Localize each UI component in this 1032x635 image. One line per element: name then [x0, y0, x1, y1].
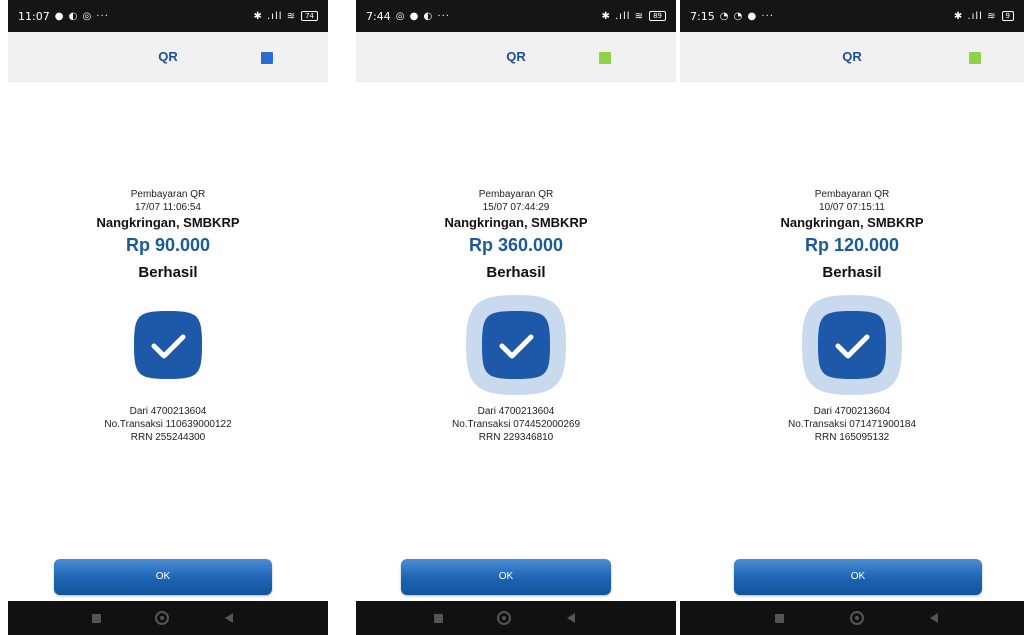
payment-amount: Rp 360.000 — [468, 235, 564, 255]
navigation-bar — [680, 601, 1024, 635]
back-icon[interactable] — [930, 613, 938, 623]
status-time: 7:44 — [366, 9, 391, 23]
transaction-number: No.Transaksi 110639000122 — [104, 419, 232, 430]
recent-apps-icon[interactable] — [775, 614, 784, 623]
receipt-content: Pembayaran QR 15/07 07:44:29 Nangkringan… — [356, 188, 676, 444]
signal-wifi-icon: ✱ .ıll ≋ — [253, 10, 297, 22]
payment-datetime: 10/07 07:15:11 — [819, 202, 885, 213]
status-time: 11:07 — [18, 9, 50, 23]
notification-icons: ◎ ● ◐ ··· — [395, 10, 450, 22]
payment-status: Berhasil — [486, 264, 546, 281]
rrn-number: RRN 229346810 — [478, 432, 554, 443]
page-title: QR — [158, 49, 178, 64]
notification-icons: ● ◐ ◎ ··· — [54, 10, 109, 22]
rrn-number: RRN 255244300 — [130, 432, 206, 443]
transaction-details: Dari 4700213604 No.Transaksi 11063900012… — [8, 405, 328, 444]
phone-screen-2: 7:44 ◎ ● ◐ ··· ✱ .ıll ≋ 89 QR Pembayaran… — [356, 0, 676, 635]
success-check-icon — [118, 295, 218, 395]
payment-datetime: 17/07 11:06:54 — [135, 202, 201, 213]
phone-screen-1: 11:07 ● ◐ ◎ ··· ✱ .ıll ≋ 74 QR Pembayara… — [8, 0, 328, 635]
indicator-square — [599, 52, 611, 64]
app-bar: QR — [8, 32, 328, 82]
payment-status: Berhasil — [822, 264, 882, 281]
transaction-number: No.Transaksi 071471900184 — [787, 419, 917, 430]
status-bar: 11:07 ● ◐ ◎ ··· ✱ .ıll ≋ 74 — [8, 0, 328, 32]
app-bar: QR — [680, 32, 1024, 82]
navigation-bar — [8, 601, 328, 635]
from-account: Dari 4700213604 — [477, 406, 555, 417]
ok-button[interactable]: OK — [54, 559, 272, 595]
payment-label: Pembayaran QR — [814, 189, 890, 200]
battery-icon: 9 — [1001, 11, 1014, 21]
transaction-number: No.Transaksi 074452000269 — [451, 419, 581, 430]
merchant-name: Nangkringan, SMBKRP — [96, 215, 240, 230]
back-icon[interactable] — [225, 613, 233, 623]
payment-status: Berhasil — [138, 264, 198, 281]
transaction-details: Dari 4700213604 No.Transaksi 07147190018… — [680, 405, 1024, 444]
recent-apps-icon[interactable] — [434, 614, 443, 623]
merchant-name: Nangkringan, SMBKRP — [444, 215, 588, 230]
status-time: 7:15 — [690, 9, 715, 23]
status-bar: 7:44 ◎ ● ◐ ··· ✱ .ıll ≋ 89 — [356, 0, 676, 32]
from-account: Dari 4700213604 — [129, 406, 207, 417]
home-icon[interactable] — [850, 611, 864, 625]
signal-wifi-icon: ✱ .ıll ≋ — [601, 10, 645, 22]
status-bar: 7:15 ◔ ◔ ● ··· ✱ .ıll ≋ 9 — [680, 0, 1024, 32]
success-check-icon — [466, 295, 566, 395]
indicator-square — [261, 52, 273, 64]
payment-amount: Rp 90.000 — [125, 235, 211, 255]
success-check-icon — [802, 295, 902, 395]
ok-button[interactable]: OK — [401, 559, 611, 595]
battery-icon: 74 — [301, 11, 318, 21]
ok-button[interactable]: OK — [734, 559, 982, 595]
payment-label: Pembayaran QR — [478, 189, 554, 200]
phone-screen-3: 7:15 ◔ ◔ ● ··· ✱ .ıll ≋ 9 QR Pembayaran … — [680, 0, 1024, 635]
merchant-name: Nangkringan, SMBKRP — [780, 215, 924, 230]
rrn-number: RRN 165095132 — [814, 432, 890, 443]
battery-icon: 89 — [649, 11, 666, 21]
payment-amount: Rp 120.000 — [804, 235, 900, 255]
page-title: QR — [506, 49, 526, 64]
indicator-square — [969, 52, 981, 64]
receipt-content: Pembayaran QR 10/07 07:15:11 Nangkringan… — [680, 188, 1024, 444]
home-icon[interactable] — [497, 611, 511, 625]
transaction-details: Dari 4700213604 No.Transaksi 07445200026… — [356, 405, 676, 444]
recent-apps-icon[interactable] — [92, 614, 101, 623]
navigation-bar — [356, 601, 676, 635]
notification-icons: ◔ ◔ ● ··· — [719, 10, 774, 22]
app-bar: QR — [356, 32, 676, 82]
signal-wifi-icon: ✱ .ıll ≋ — [953, 10, 997, 22]
home-icon[interactable] — [155, 611, 169, 625]
back-icon[interactable] — [567, 613, 575, 623]
payment-datetime: 15/07 07:44:29 — [482, 202, 550, 213]
from-account: Dari 4700213604 — [813, 406, 891, 417]
payment-label: Pembayaran QR — [130, 189, 206, 200]
receipt-content: Pembayaran QR 17/07 11:06:54 Nangkringan… — [8, 188, 328, 444]
